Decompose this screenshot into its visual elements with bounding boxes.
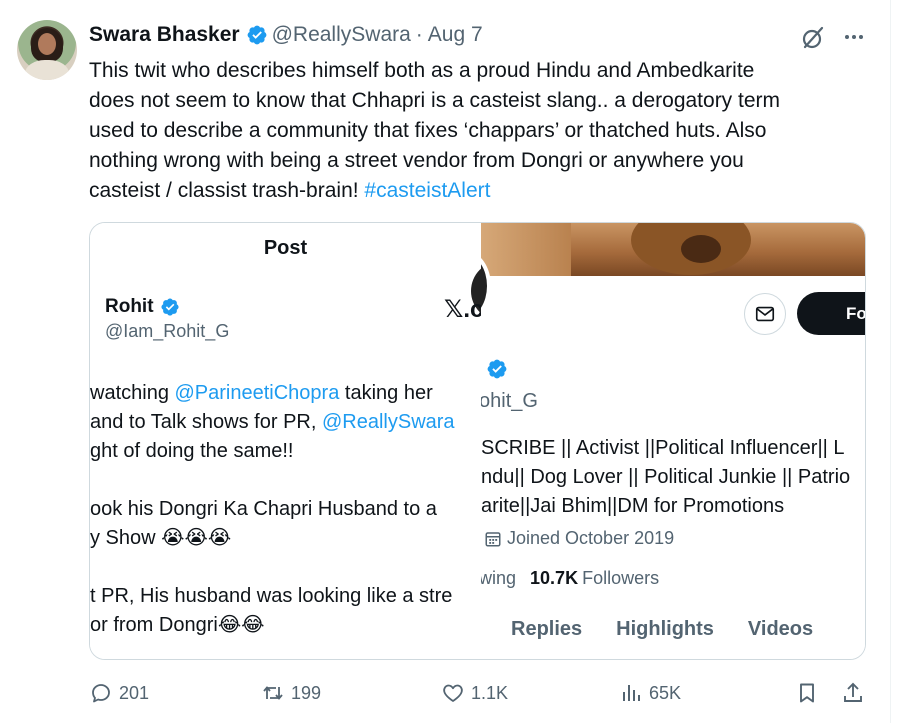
verified-badge-icon <box>161 298 179 316</box>
profile-joined: Joined October 2019 <box>484 528 674 549</box>
tweet-text-line: nothing wrong with being a street vendor… <box>89 149 744 172</box>
avatar-body <box>25 60 69 80</box>
handle[interactable]: @ReallySwara <box>272 23 411 47</box>
embedded-mention: @ParineetiChopra <box>174 382 340 404</box>
follow-button: Fo <box>797 292 865 335</box>
message-button <box>744 293 786 335</box>
profile-joined-text: Joined October 2019 <box>507 528 675 548</box>
avatar[interactable] <box>17 20 77 80</box>
tweet-text-line: used to describe a community that fixes … <box>89 119 767 142</box>
bookmark-icon <box>800 683 814 703</box>
tweet[interactable]: Swara Bhasker @ReallySwara · Aug 7 This … <box>0 0 899 723</box>
grok-icon[interactable] <box>800 25 826 51</box>
like-button[interactable]: 1.1K <box>441 678 508 708</box>
embedded-post-body: watching @ParineetiChopra taking her and… <box>90 379 481 640</box>
tweet-text-line: This twit who describes himself both as … <box>89 59 755 82</box>
tweet-text-line: does not seem to know that Chhapri is a … <box>89 89 781 112</box>
x-logo-icon: 𝕏.c <box>444 296 481 323</box>
embedded-name-text: Rohit <box>105 296 154 317</box>
embedded-line: ght of doing the same!! <box>90 440 294 462</box>
embedded-author-name: Rohit <box>105 296 184 318</box>
column-divider <box>890 0 891 723</box>
profile-follow-counts: wing 10.7K Followers <box>481 568 659 589</box>
tab-videos: Videos <box>747 618 814 640</box>
verified-badge-icon <box>247 25 266 45</box>
embedded-line: y Show 😭😭😭 <box>90 527 232 549</box>
profile-bio-line: SCRIBE || Activist ||Political Influence… <box>481 437 845 459</box>
tweet-text: This twit who describes himself both as … <box>89 56 879 206</box>
tweet-text-line-last: casteist / classist trash-brain! #castei… <box>89 176 879 206</box>
embedded-blank-line <box>90 466 481 495</box>
tab-replies: Replies <box>511 618 583 640</box>
reply-button[interactable]: 201 <box>89 678 149 708</box>
embedded-line: ook his Dongri Ka Chapri Husband to a <box>90 498 437 520</box>
tweet-header: Swara Bhasker @ReallySwara · Aug 7 <box>89 22 483 48</box>
followers-label: Followers <box>582 568 660 588</box>
repost-icon <box>263 686 283 700</box>
profile-bio: SCRIBE || Activist ||Political Influence… <box>481 434 865 521</box>
share-icon <box>844 682 862 702</box>
avatar-face <box>38 33 56 55</box>
bookmark-button[interactable] <box>795 678 819 708</box>
views-icon <box>623 685 640 701</box>
embedded-text: taking her <box>339 382 433 404</box>
post-date[interactable]: Aug 7 <box>428 23 483 47</box>
repost-button[interactable]: 199 <box>261 678 321 708</box>
reply-count: 201 <box>119 682 150 703</box>
views-button[interactable]: 65K <box>619 678 681 708</box>
embedded-screenshot-right: Fo ohit_G SCRIBE || Activist ||Political… <box>481 223 865 659</box>
repost-count: 199 <box>291 682 322 703</box>
banner-background <box>481 223 571 276</box>
embedded-screenshot-left: Post Rohit @Iam_Rohit_G 𝕏.c watching @Pa… <box>90 223 481 659</box>
profile-tabs: Replies Highlights Videos <box>511 618 847 641</box>
embedded-handle: @Iam_Rohit_G <box>105 321 230 341</box>
mail-icon <box>755 306 775 322</box>
embedded-line: and to Talk shows for PR, @ReallySwara <box>90 408 481 437</box>
profile-bio-line: arite||Jai Bhim||DM for Promotions <box>481 495 785 517</box>
hashtag-link[interactable]: #casteistAlert <box>364 179 490 202</box>
embedded-line: t PR, His husband was looking like a str… <box>90 585 453 607</box>
like-count: 1.1K <box>471 682 509 703</box>
embedded-blank-line <box>90 553 481 582</box>
tweet-text-fragment: casteist / classist trash-brain! <box>89 179 365 202</box>
separator: · <box>415 23 423 46</box>
embedded-text: watching <box>90 382 175 404</box>
embedded-post-title: Post <box>263 237 308 259</box>
more-icon[interactable] <box>842 25 866 49</box>
share-button[interactable] <box>841 678 865 708</box>
verified-badge-icon <box>487 359 507 379</box>
heart-icon <box>443 684 463 702</box>
profile-banner <box>481 223 865 276</box>
followers-count: 10.7K <box>530 568 579 588</box>
tab-highlights: Highlights <box>616 618 714 640</box>
reply-icon <box>92 684 110 703</box>
embedded-text: and to Talk shows for PR, <box>90 411 322 433</box>
views-count: 65K <box>649 682 682 703</box>
banner-dog-nose <box>681 235 721 263</box>
embedded-mention: @ReallySwara <box>321 411 455 433</box>
media-card[interactable]: Post Rohit @Iam_Rohit_G 𝕏.c watching @Pa… <box>89 222 866 660</box>
profile-bio-line: ndu|| Dog Lover || Political Junkie || P… <box>481 466 851 488</box>
embedded-line: or from Dongri😂😂 <box>90 614 265 636</box>
following-label: wing <box>481 568 517 588</box>
profile-handle: ohit_G <box>481 390 538 412</box>
calendar-icon <box>485 531 501 546</box>
display-name[interactable]: Swara Bhasker <box>89 23 240 47</box>
embedded-line: watching @ParineetiChopra taking her <box>90 379 481 408</box>
action-bar: 201 199 1.1K 65K <box>89 678 879 708</box>
